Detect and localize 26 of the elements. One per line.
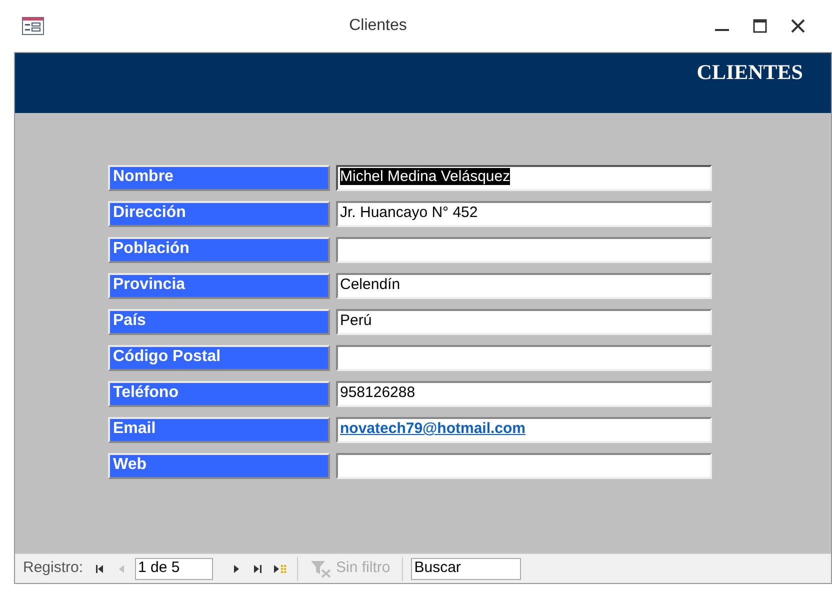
field-label: Nombre — [108, 165, 330, 191]
field-label: Provincia — [108, 273, 330, 299]
record-label: Registro: — [23, 558, 84, 578]
field-label: Población — [108, 237, 330, 263]
text-field[interactable]: 958126288 — [336, 381, 712, 407]
field-label: País — [108, 309, 330, 335]
text-field[interactable] — [336, 237, 712, 263]
field-label: Email — [108, 417, 330, 443]
form-icon — [22, 17, 44, 35]
filter-icon — [310, 560, 332, 578]
text-field[interactable]: novatech79@hotmail.com — [336, 417, 712, 443]
text-field[interactable]: Celendín — [336, 273, 712, 299]
text-field[interactable]: Perú — [336, 309, 712, 335]
text-field[interactable] — [336, 453, 712, 479]
field-label: Código Postal — [108, 345, 330, 371]
field-label: Teléfono — [108, 381, 330, 407]
field-label: Dirección — [108, 201, 330, 227]
header-title: CLIENTES — [696, 59, 803, 86]
text-field[interactable]: Michel Medina Velásquez — [336, 165, 712, 191]
text-field[interactable] — [336, 345, 712, 371]
field-label: Web — [108, 453, 330, 479]
window-title: Clientes — [348, 16, 408, 36]
search-field[interactable]: Buscar — [411, 558, 522, 580]
record-field[interactable]: 1 de 5 — [135, 558, 214, 580]
email-link[interactable]: novatech79@hotmail.com — [340, 420, 526, 437]
text-field[interactable]: Jr. Huancayo N° 452 — [336, 201, 712, 227]
